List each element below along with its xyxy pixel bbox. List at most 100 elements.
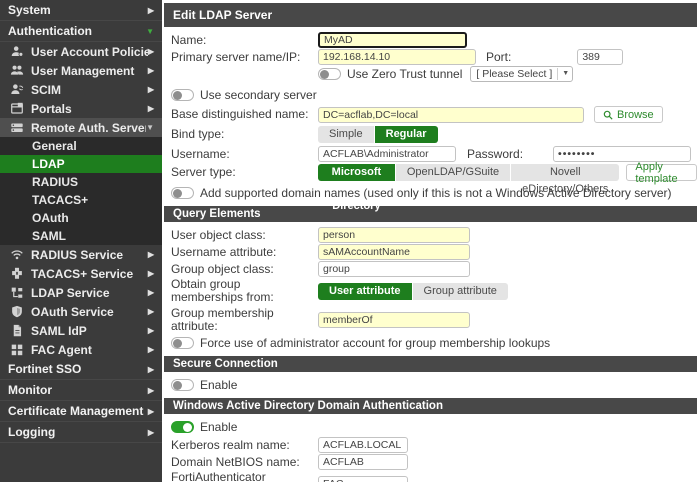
browse-button[interactable]: Browse [594, 106, 663, 123]
server-type-segmented: Microsoft Active Directory OpenLDAP/GSui… [318, 164, 619, 181]
force-admin-toggle[interactable] [171, 337, 194, 349]
sidebar-item-radius[interactable]: RADIUS [0, 173, 162, 191]
domain-netbios-label: Domain NetBIOS name: [171, 456, 318, 469]
sidebar-item-portals[interactable]: Portals▶ [0, 99, 162, 118]
secondary-server-label: Use secondary server [200, 88, 317, 102]
port-label: Port: [486, 50, 511, 64]
primary-server-input[interactable] [318, 49, 476, 65]
sidebar-item-certificate-management[interactable]: Certificate Management▶ [0, 401, 162, 422]
bind-type-label: Bind type: [171, 128, 318, 141]
zero-trust-select[interactable]: [ Please Select ] ▼ [470, 66, 573, 82]
name-input[interactable] [318, 32, 467, 48]
chevron-right-icon: ▶ [148, 288, 154, 297]
name-label: Name: [171, 34, 318, 47]
sidebar-item-tacacs[interactable]: TACACS+ [0, 191, 162, 209]
sidebar-item-saml-idp[interactable]: SAML IdP▶ [0, 321, 162, 340]
sidebar-item-logging[interactable]: Logging▶ [0, 422, 162, 443]
sidebar-item-fac-agent[interactable]: FAC Agent▶ [0, 340, 162, 359]
query-elements-header: Query Elements [164, 206, 697, 222]
group-object-class-label: Group object class: [171, 263, 318, 276]
sidebar-item-user-account-policies[interactable]: User Account Policies▶ [0, 42, 162, 61]
sidebar-item-scim[interactable]: SCIM▶ [0, 80, 162, 99]
document-icon [10, 324, 25, 337]
port-input[interactable] [577, 49, 623, 65]
sidebar-item-system[interactable]: System▶ [0, 0, 162, 21]
windows-ad-enable-label: Enable [200, 420, 237, 434]
servers-icon [10, 121, 25, 134]
add-domains-label: Add supported domain names (used only if… [200, 186, 672, 200]
user-attribute-button[interactable]: User attribute [318, 283, 412, 300]
base-dn-input[interactable] [318, 107, 584, 123]
sidebar-item-ldap[interactable]: LDAP [0, 155, 162, 173]
sidebar-item-authentication[interactable]: Authentication▼ [0, 21, 162, 42]
server-type-msad-button[interactable]: Microsoft Active Directory [318, 164, 395, 181]
group-attribute-button[interactable]: Group attribute [413, 283, 508, 300]
page-title: Edit LDAP Server [164, 3, 697, 27]
user-object-class-label: User object class: [171, 229, 318, 242]
group-membership-attribute-input[interactable] [318, 312, 470, 328]
windows-ad-enable-toggle[interactable] [171, 421, 194, 433]
sidebar-nav: System▶Authentication▼User Account Polic… [0, 0, 162, 482]
fac-netbios-input[interactable] [318, 476, 408, 482]
group-membership-attribute-label: Group membership attribute: [171, 307, 318, 333]
secure-enable-toggle[interactable] [171, 379, 194, 391]
user-policies-icon [10, 45, 25, 58]
sidebar-item-oauth[interactable]: OAuth [0, 209, 162, 227]
secondary-server-toggle[interactable] [171, 89, 194, 101]
tree-icon [10, 286, 25, 299]
shield-icon [10, 305, 25, 318]
group-object-class-input[interactable] [318, 261, 470, 277]
sidebar-item-fortinet-sso[interactable]: Fortinet SSO▶ [0, 359, 162, 380]
chevron-right-icon: ▶ [148, 47, 154, 56]
secure-enable-label: Enable [200, 378, 237, 392]
bind-type-regular-button[interactable]: Regular [375, 126, 438, 143]
password-label: Password: [467, 147, 523, 161]
chevron-right-icon: ▶ [148, 85, 154, 94]
username-label: Username: [171, 148, 318, 161]
chevron-right-icon: ▶ [148, 6, 154, 15]
base-dn-label: Base distinguished name: [171, 108, 318, 121]
chevron-down-icon: ▼ [146, 123, 154, 132]
sidebar-item-saml[interactable]: SAML [0, 227, 162, 245]
zero-trust-toggle[interactable] [318, 68, 341, 80]
bind-type-simple-button[interactable]: Simple [318, 126, 374, 143]
obtain-memberships-label: Obtain group memberships from: [171, 278, 318, 304]
obtain-memberships-segmented: User attribute Group attribute [318, 283, 508, 300]
zero-trust-label: Use Zero Trust tunnel [347, 67, 462, 81]
bind-type-segmented: Simple Regular [318, 126, 438, 143]
chevron-right-icon: ▶ [148, 326, 154, 335]
chevron-right-icon: ▶ [148, 386, 154, 395]
sidebar-item-monitor[interactable]: Monitor▶ [0, 380, 162, 401]
ldap-server-form: Name: Primary server name/IP: Port: Use … [164, 27, 697, 203]
username-attribute-label: Username attribute: [171, 246, 318, 259]
server-type-novell-button[interactable]: Novell eDirectory/Others [511, 164, 619, 181]
chevron-right-icon: ▶ [148, 250, 154, 259]
add-domains-toggle[interactable] [171, 187, 194, 199]
primary-server-label: Primary server name/IP: [171, 51, 318, 64]
wifi-icon [10, 248, 25, 261]
chevron-right-icon: ▶ [148, 345, 154, 354]
sidebar-item-ldap-service[interactable]: LDAP Service▶ [0, 283, 162, 302]
server-type-label: Server type: [171, 166, 318, 179]
server-type-openldap-button[interactable]: OpenLDAP/GSuite [396, 164, 510, 181]
domain-netbios-input[interactable] [318, 454, 408, 470]
chevron-right-icon: ▶ [148, 365, 154, 374]
sidebar-item-tacacs-service[interactable]: TACACS+ Service▶ [0, 264, 162, 283]
sidebar-item-user-management[interactable]: User Management▶ [0, 61, 162, 80]
chevron-down-icon: ▼ [557, 68, 569, 80]
user-object-class-input[interactable] [318, 227, 470, 243]
chevron-right-icon: ▶ [148, 407, 154, 416]
kerberos-realm-label: Kerberos realm name: [171, 439, 318, 452]
sidebar-item-oauth-service[interactable]: OAuth Service▶ [0, 302, 162, 321]
chevron-right-icon: ▶ [148, 307, 154, 316]
chevron-right-icon: ▶ [148, 66, 154, 75]
apply-template-button[interactable]: Apply template [626, 164, 697, 181]
sidebar-item-general[interactable]: General [0, 137, 162, 155]
chevron-down-icon: ▼ [146, 27, 154, 36]
fac-netbios-label: FortiAuthenticator NetBIOS name: [171, 471, 318, 482]
username-input[interactable] [318, 146, 456, 162]
kerberos-realm-input[interactable] [318, 437, 408, 453]
sidebar-item-remote-auth-servers[interactable]: Remote Auth. Servers▼ [0, 118, 162, 137]
sidebar-item-radius-service[interactable]: RADIUS Service▶ [0, 245, 162, 264]
username-attribute-input[interactable] [318, 244, 470, 260]
